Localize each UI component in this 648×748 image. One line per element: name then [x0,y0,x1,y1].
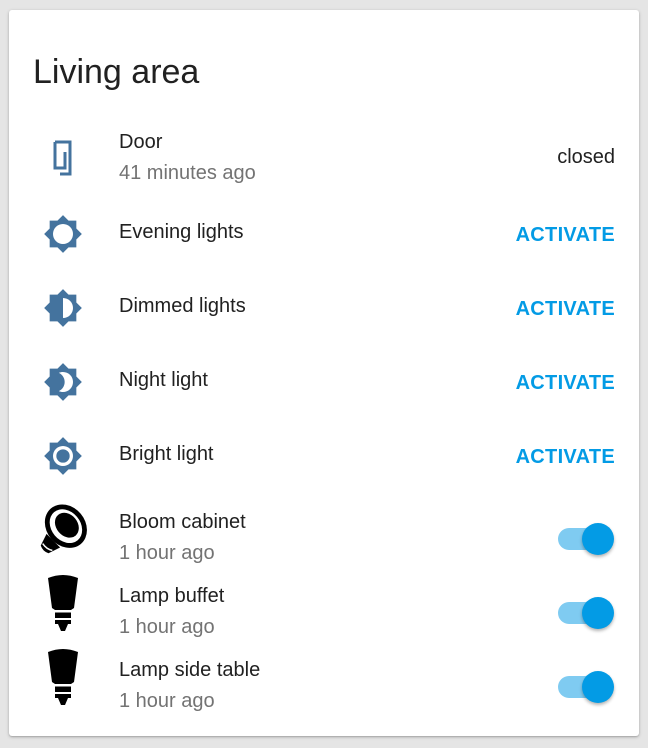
entity-last-changed: 1 hour ago [119,616,215,638]
hue-bulb-icon [33,574,93,636]
entity-name: Evening lights [119,221,244,243]
living-area-card: Living area Door 41 minutes ago closed E… [9,10,639,736]
activate-button[interactable]: ACTIVATE [516,445,615,469]
brightness-4-icon [33,360,93,404]
entity-row-lamp-buffet[interactable]: Lamp buffet 1 hour ago [9,574,639,638]
brightness-6-icon [33,286,93,330]
door-closed-icon [33,138,93,178]
activate-button[interactable]: ACTIVATE [516,371,615,395]
brightness-5-icon [33,212,93,256]
brightness-7-icon [33,434,93,478]
toggle-switch[interactable] [558,523,614,557]
hue-bulb-icon [33,648,93,710]
toggle-knob [582,597,614,629]
entity-row-door[interactable]: Door 41 minutes ago closed [9,130,639,190]
entity-name: Night light [119,369,208,391]
card-title: Living area [33,53,200,91]
entity-name: Bloom cabinet [119,511,246,533]
entity-row-bloom-cabinet[interactable]: Bloom cabinet 1 hour ago [9,500,639,564]
toggle-switch[interactable] [558,671,614,705]
activate-button[interactable]: ACTIVATE [516,223,615,247]
entity-name: Lamp buffet [119,585,225,607]
entity-row-evening-lights[interactable]: Evening lights ACTIVATE [9,210,639,260]
entity-name: Door [119,131,163,153]
hue-bloom-icon [33,500,93,562]
toggle-switch[interactable] [558,597,614,631]
entity-state: closed [557,146,615,168]
entity-row-night-light[interactable]: Night light ACTIVATE [9,358,639,408]
entity-last-changed: 1 hour ago [119,542,215,564]
entity-name: Lamp side table [119,659,261,681]
entity-last-changed: 41 minutes ago [119,162,256,184]
entity-name: Bright light [119,443,214,465]
toggle-knob [582,523,614,555]
activate-button[interactable]: ACTIVATE [516,297,615,321]
entity-row-bright-light[interactable]: Bright light ACTIVATE [9,432,639,482]
entity-name: Dimmed lights [119,295,246,317]
entity-row-lamp-side-table[interactable]: Lamp side table 1 hour ago [9,648,639,712]
entity-last-changed: 1 hour ago [119,690,215,712]
toggle-knob [582,671,614,703]
entity-row-dimmed-lights[interactable]: Dimmed lights ACTIVATE [9,284,639,334]
